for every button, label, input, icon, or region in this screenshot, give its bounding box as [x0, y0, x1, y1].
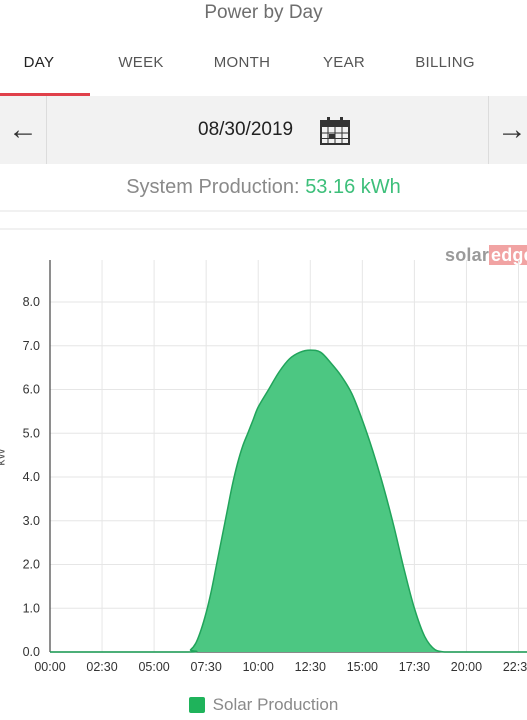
y-tick-label: 0.0 — [23, 645, 40, 659]
chart-legend[interactable]: Solar Production — [0, 692, 527, 718]
legend-label: Solar Production — [212, 695, 339, 714]
y-tick-label: 4.0 — [23, 470, 40, 484]
x-tick-label: 15:00 — [347, 660, 378, 674]
y-tick-label: 5.0 — [23, 426, 40, 440]
x-tick-label: 05:00 — [138, 660, 169, 674]
y-tick-label: 2.0 — [23, 558, 40, 572]
x-tick-label: 02:30 — [86, 660, 117, 674]
x-tick-label: 12:30 — [295, 660, 326, 674]
x-tick-label: 00:00 — [34, 660, 65, 674]
y-tick-label: 6.0 — [23, 383, 40, 397]
solar-production-area — [50, 350, 527, 653]
y-tick-label: 8.0 — [23, 295, 40, 309]
x-tick-label: 07:30 — [191, 660, 222, 674]
x-tick-label: 20:00 — [451, 660, 482, 674]
y-tick-label: 1.0 — [23, 601, 40, 615]
power-chart: 0.0 1.0 2.0 3.0 4.0 5.0 6.0 7.0 8.0 00:00 02:30 05:… — [23, 260, 527, 674]
x-tick-label: 17:30 — [399, 660, 430, 674]
x-tick-label: 10:00 — [243, 660, 274, 674]
y-tick-label: 7.0 — [23, 339, 40, 353]
x-tick-label: 22:30 — [503, 660, 527, 674]
y-tick-label: 3.0 — [23, 514, 40, 528]
legend-swatch — [188, 697, 205, 713]
